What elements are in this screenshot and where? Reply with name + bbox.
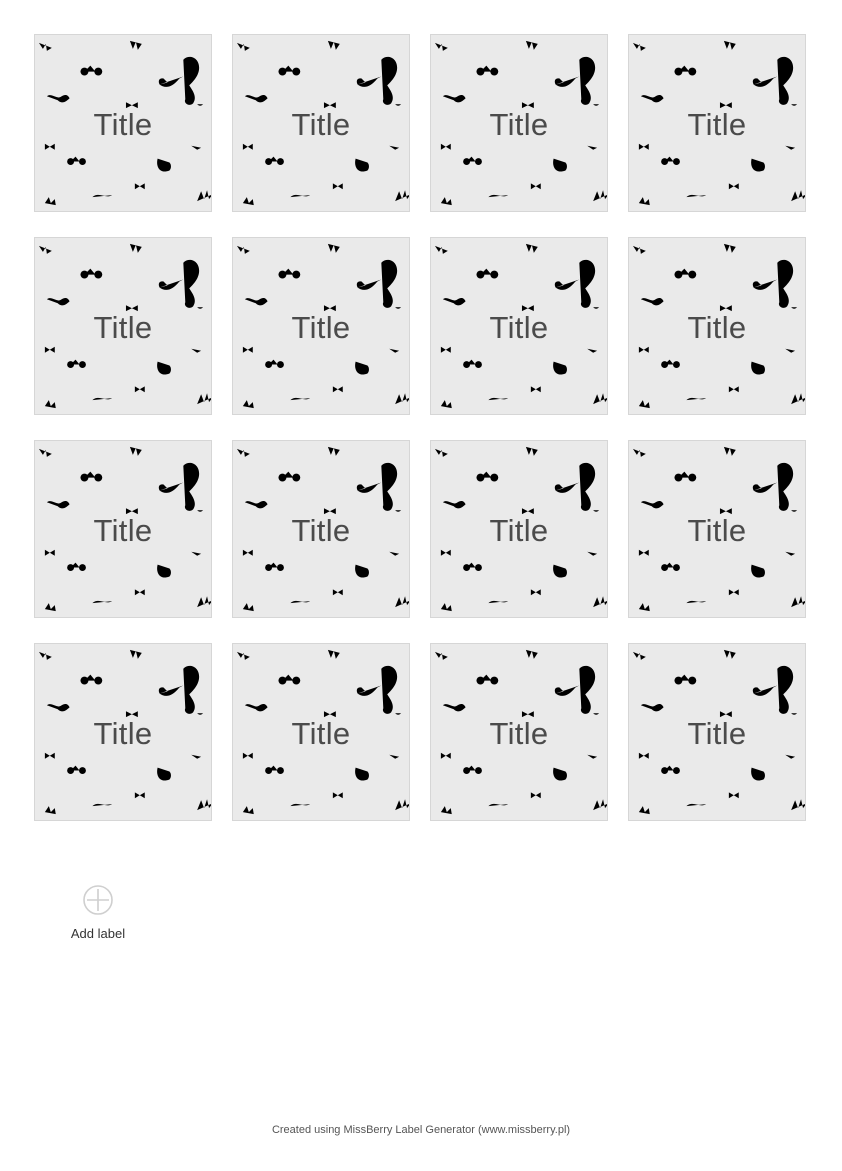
label-grid: Title Title Title Title Title Title Titl… <box>34 34 806 821</box>
label-card[interactable]: Title <box>34 440 212 618</box>
label-title: Title <box>291 716 351 751</box>
label-card[interactable]: Title <box>232 643 410 821</box>
label-title: Title <box>489 107 549 142</box>
label-title: Title <box>489 513 549 548</box>
add-label-text: Add label <box>70 926 126 941</box>
label-title: Title <box>93 716 153 751</box>
add-label-button[interactable]: Add label <box>60 884 136 941</box>
label-card[interactable]: Title <box>628 237 806 415</box>
label-title: Title <box>291 310 351 345</box>
plus-circle-icon <box>83 885 113 915</box>
label-card[interactable]: Title <box>232 440 410 618</box>
label-title: Title <box>687 107 747 142</box>
label-title: Title <box>93 310 153 345</box>
footer-credit: Created using MissBerry Label Generator … <box>271 1124 571 1136</box>
label-card[interactable]: Title <box>430 440 608 618</box>
label-card[interactable]: Title <box>430 643 608 821</box>
label-title: Title <box>93 107 153 142</box>
label-card[interactable]: Title <box>628 34 806 212</box>
label-title: Title <box>489 310 549 345</box>
label-card[interactable]: Title <box>430 34 608 212</box>
label-title: Title <box>687 716 747 751</box>
label-card[interactable]: Title <box>34 643 212 821</box>
label-title: Title <box>687 513 747 548</box>
label-title: Title <box>291 513 351 548</box>
label-title: Title <box>291 107 351 142</box>
label-title: Title <box>687 310 747 345</box>
label-title: Title <box>489 716 549 751</box>
label-card[interactable]: Title <box>430 237 608 415</box>
label-title: Title <box>93 513 153 548</box>
label-card[interactable]: Title <box>232 237 410 415</box>
label-card[interactable]: Title <box>34 237 212 415</box>
label-card[interactable]: Title <box>628 440 806 618</box>
label-card[interactable]: Title <box>34 34 212 212</box>
label-card[interactable]: Title <box>232 34 410 212</box>
label-card[interactable]: Title <box>628 643 806 821</box>
